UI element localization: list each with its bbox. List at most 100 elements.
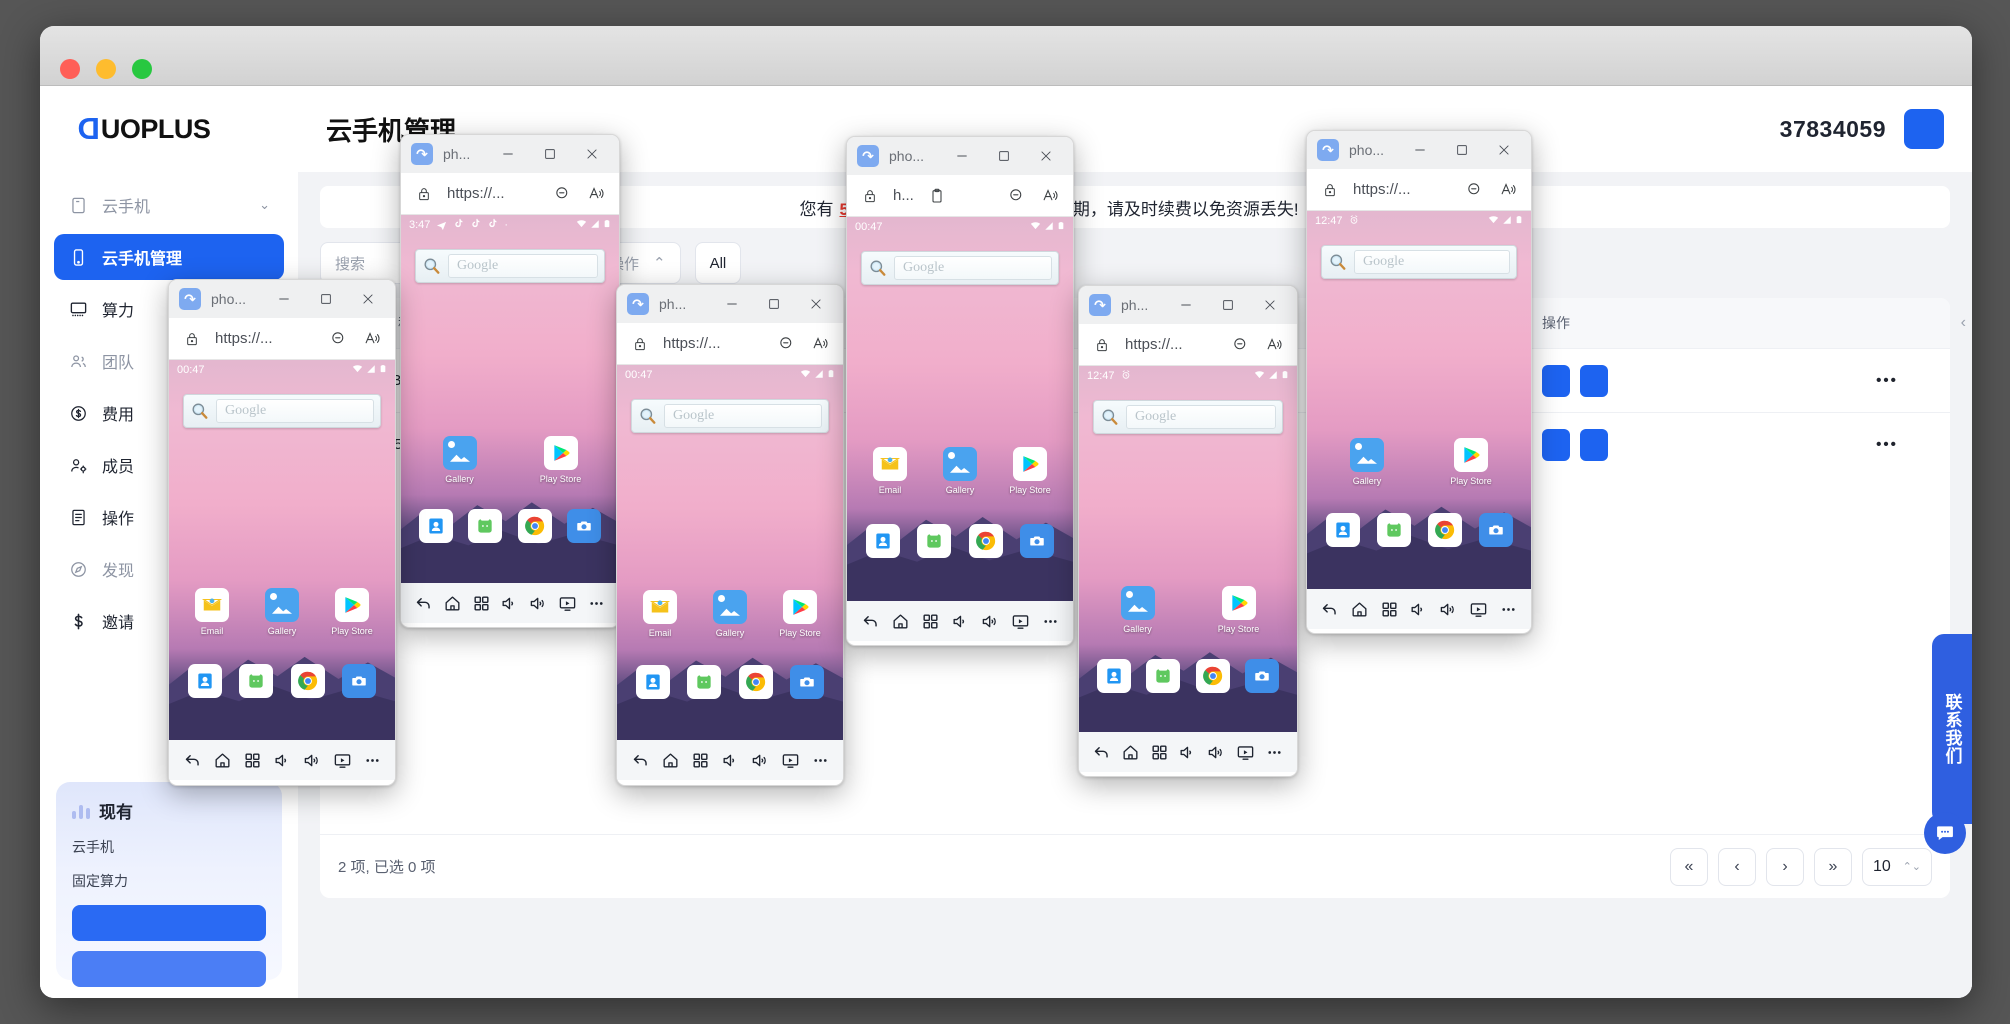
dock-messages-icon[interactable] xyxy=(687,665,721,699)
home-app-gallery-icon[interactable]: Gallery xyxy=(932,447,988,495)
dock-camera-icon[interactable] xyxy=(1020,524,1054,558)
first-page-button[interactable]: « xyxy=(1670,848,1708,886)
home-app-gallery-icon[interactable]: Gallery xyxy=(1339,438,1395,486)
minimize-window-button[interactable] xyxy=(96,59,116,79)
minimize-icon[interactable] xyxy=(711,285,753,323)
address-url[interactable]: https://... xyxy=(1347,181,1417,198)
back-icon[interactable] xyxy=(861,612,880,631)
dock-chrome-icon[interactable] xyxy=(739,665,773,699)
zoom-out-icon[interactable] xyxy=(1223,324,1257,366)
maximize-icon[interactable] xyxy=(305,280,347,318)
phone-window-controls[interactable] xyxy=(1399,131,1525,169)
recents-icon[interactable] xyxy=(1380,600,1399,619)
clipboard-icon[interactable] xyxy=(920,175,954,217)
home-icon[interactable] xyxy=(661,751,680,770)
row-action-button[interactable] xyxy=(1542,365,1570,397)
more-icon[interactable] xyxy=(587,594,606,613)
home-icon[interactable] xyxy=(1121,743,1140,762)
phone-mirror-window[interactable]: ↶ pho... h... xyxy=(846,136,1074,646)
android-navigation-bar[interactable] xyxy=(1307,589,1531,629)
phone-window-controls[interactable] xyxy=(263,280,389,318)
close-icon[interactable] xyxy=(795,285,837,323)
dock-camera-icon[interactable] xyxy=(1479,513,1513,547)
phone-window-titlebar[interactable]: ↶ ph... xyxy=(617,285,843,323)
android-screen[interactable]: 00:47 Google Email Ga xyxy=(617,365,843,740)
more-icon[interactable] xyxy=(363,751,382,770)
read-aloud-icon[interactable] xyxy=(1033,175,1067,217)
google-search-field[interactable]: Google xyxy=(216,399,374,423)
phone-window-titlebar[interactable]: ↶ pho... xyxy=(1307,131,1531,169)
android-navigation-bar[interactable] xyxy=(617,740,843,780)
maximize-icon[interactable] xyxy=(983,137,1025,175)
google-search-widget[interactable]: Google xyxy=(861,251,1059,285)
minimize-icon[interactable] xyxy=(1165,286,1207,324)
phone-window-titlebar[interactable]: ↶ pho... xyxy=(847,137,1073,175)
phone-window-controls[interactable] xyxy=(711,285,837,323)
volume-up-icon[interactable] xyxy=(303,751,322,770)
phone-window-controls[interactable] xyxy=(941,137,1067,175)
zoom-out-icon[interactable] xyxy=(769,323,803,365)
screenshot-icon[interactable] xyxy=(1236,743,1255,762)
volume-up-icon[interactable] xyxy=(1439,600,1458,619)
phone-mirror-window[interactable]: ↶ ph... https://... 3: xyxy=(400,134,620,628)
close-icon[interactable] xyxy=(1025,137,1067,175)
android-screen[interactable]: 12:47 Google Gallery xyxy=(1307,211,1531,589)
read-aloud-icon[interactable] xyxy=(1257,324,1291,366)
address-url[interactable]: h... xyxy=(887,187,920,204)
maximize-icon[interactable] xyxy=(529,135,571,173)
android-screen[interactable]: 00:47 Google Email Ga xyxy=(169,360,395,740)
dock-chrome-icon[interactable] xyxy=(1428,513,1462,547)
maximize-icon[interactable] xyxy=(1207,286,1249,324)
dock-camera-icon[interactable] xyxy=(342,664,376,698)
page-size-select[interactable]: 10 ⌃⌄ xyxy=(1862,848,1932,886)
row-actions[interactable] xyxy=(1542,365,1842,397)
google-search-widget[interactable]: Google xyxy=(1321,245,1517,279)
phone-window-controls[interactable] xyxy=(487,135,613,173)
traffic-light-controls[interactable] xyxy=(60,59,152,79)
volume-up-icon[interactable] xyxy=(529,594,548,613)
home-app-gallery-icon[interactable]: Gallery xyxy=(254,588,310,636)
close-window-button[interactable] xyxy=(60,59,80,79)
google-search-widget[interactable]: Google xyxy=(415,249,605,283)
home-app-play-store-icon[interactable]: Play Store xyxy=(324,588,380,636)
screenshot-icon[interactable] xyxy=(781,751,800,770)
phone-mirror-window[interactable]: ↶ ph... https://... 00 xyxy=(616,284,844,786)
dock-messages-icon[interactable] xyxy=(239,664,273,698)
screenshot-icon[interactable] xyxy=(1011,612,1030,631)
back-icon[interactable] xyxy=(631,751,650,770)
dock-contacts-icon[interactable] xyxy=(419,509,453,543)
phone-mirror-window[interactable]: ↶ pho... https://... 1 xyxy=(1306,130,1532,634)
dock-camera-icon[interactable] xyxy=(567,509,601,543)
dock-camera-icon[interactable] xyxy=(790,665,824,699)
volume-down-icon[interactable] xyxy=(273,751,292,770)
more-icon[interactable] xyxy=(1265,743,1284,762)
phone-window-controls[interactable] xyxy=(1165,286,1291,324)
read-aloud-icon[interactable] xyxy=(579,173,613,215)
recents-icon[interactable] xyxy=(243,751,262,770)
android-navigation-bar[interactable] xyxy=(169,740,395,780)
dock-chrome-icon[interactable] xyxy=(1196,659,1230,693)
dock-messages-icon[interactable] xyxy=(1377,513,1411,547)
last-page-button[interactable]: » xyxy=(1814,848,1852,886)
phone-window-addressbar[interactable]: https://... xyxy=(401,173,619,215)
minimize-icon[interactable] xyxy=(263,280,305,318)
zoom-out-icon[interactable] xyxy=(999,175,1033,217)
row-action-button[interactable] xyxy=(1580,429,1608,461)
google-search-field[interactable]: Google xyxy=(664,404,822,428)
phone-window-addressbar[interactable]: https://... xyxy=(1307,169,1531,211)
close-icon[interactable] xyxy=(571,135,613,173)
usage-primary-button[interactable] xyxy=(72,905,266,941)
zoom-out-icon[interactable] xyxy=(321,318,355,360)
contact-us-tab[interactable]: 联系我们 xyxy=(1932,634,1972,824)
phone-window-addressbar[interactable]: https://... xyxy=(169,318,395,360)
phone-mirror-window[interactable]: ↶ ph... https://... 12 xyxy=(1078,285,1298,777)
google-search-field[interactable]: Google xyxy=(1354,250,1510,274)
back-icon[interactable] xyxy=(1320,600,1339,619)
back-icon[interactable] xyxy=(414,594,433,613)
home-app-email-icon[interactable]: Email xyxy=(184,588,240,636)
volume-up-icon[interactable] xyxy=(751,751,770,770)
topbar-action-button[interactable] xyxy=(1904,109,1944,149)
phone-mirror-window[interactable]: ↶ pho... https://... 0 xyxy=(168,279,396,786)
volume-up-icon[interactable] xyxy=(1207,743,1226,762)
chat-icon[interactable] xyxy=(1924,812,1966,854)
